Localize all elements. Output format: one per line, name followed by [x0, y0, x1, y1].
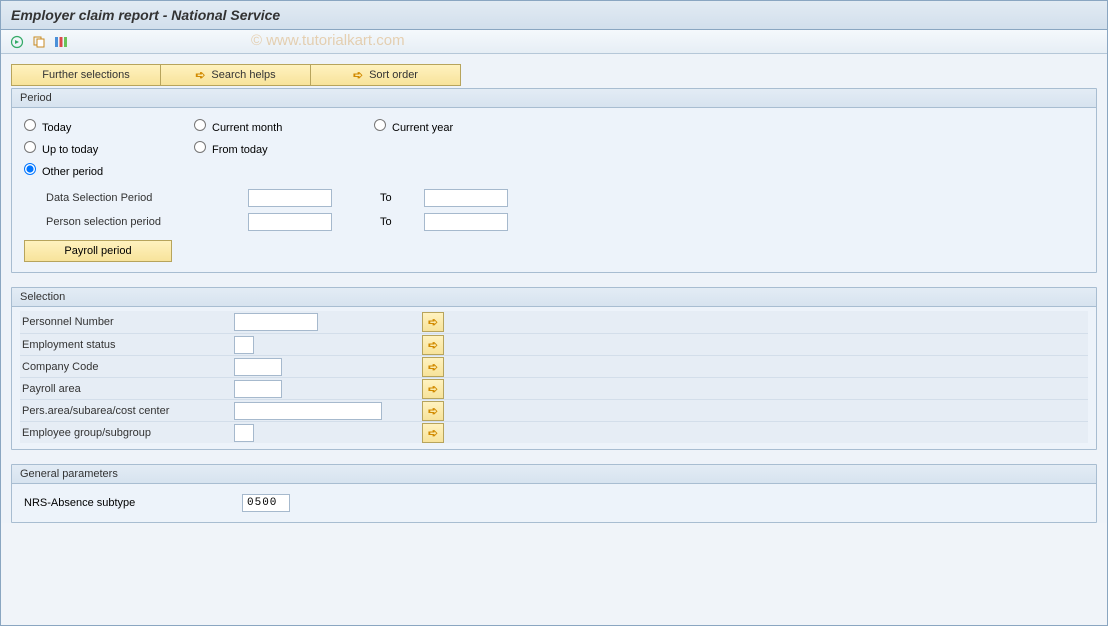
arrow-right-icon: ➪: [428, 315, 438, 329]
payroll-area-input[interactable]: [234, 380, 282, 398]
nrs-absence-label: NRS-Absence subtype: [24, 497, 242, 509]
arrow-right-icon: ➪: [428, 338, 438, 352]
data-selection-from-input[interactable]: [248, 189, 332, 207]
general-group: General parameters NRS-Absence subtype: [11, 464, 1097, 523]
radio-today[interactable]: [24, 119, 36, 131]
sort-order-label: Sort order: [369, 69, 418, 81]
radio-current-month-label: Current month: [212, 122, 282, 134]
pers-area-multi-button[interactable]: ➪: [422, 401, 444, 421]
radio-today-label: Today: [42, 122, 71, 134]
radio-up-to-today[interactable]: [24, 141, 36, 153]
sort-order-button[interactable]: ➪ Sort order: [311, 64, 461, 86]
to-label-1: To: [380, 192, 424, 204]
company-code-label: Company Code: [20, 361, 234, 373]
personnel-number-multi-button[interactable]: ➪: [422, 312, 444, 332]
arrow-right-icon: ➪: [353, 68, 363, 82]
personnel-number-label: Personnel Number: [20, 316, 234, 328]
company-code-multi-button[interactable]: ➪: [422, 357, 444, 377]
pers-area-label: Pers.area/subarea/cost center: [20, 405, 234, 417]
payroll-area-label: Payroll area: [20, 383, 234, 395]
variant-icon[interactable]: [31, 34, 47, 50]
company-code-input[interactable]: [234, 358, 282, 376]
general-group-title: General parameters: [12, 465, 1096, 484]
radio-current-month[interactable]: [194, 119, 206, 131]
nrs-absence-input[interactable]: [242, 494, 290, 512]
selection-group: Selection Personnel Number ➪ Employment …: [11, 287, 1097, 450]
employee-group-multi-button[interactable]: ➪: [422, 423, 444, 443]
period-radio-grid: Today Current month Current year Up to t…: [24, 116, 1086, 180]
radio-current-year-label: Current year: [392, 122, 453, 134]
page-title: Employer claim report - National Service: [1, 1, 1107, 30]
to-label-2: To: [380, 216, 424, 228]
payroll-period-label: Payroll period: [64, 245, 131, 257]
further-selections-button[interactable]: Further selections: [11, 64, 161, 86]
person-selection-to-input[interactable]: [424, 213, 508, 231]
pers-area-input[interactable]: [234, 402, 382, 420]
radio-from-today-label: From today: [212, 144, 268, 156]
employment-status-input[interactable]: [234, 336, 254, 354]
employee-group-label: Employee group/subgroup: [20, 427, 234, 439]
person-selection-label: Person selection period: [46, 216, 248, 228]
arrow-right-icon: ➪: [428, 426, 438, 440]
arrow-right-icon: ➪: [428, 404, 438, 418]
search-helps-label: Search helps: [211, 69, 275, 81]
data-selection-label: Data Selection Period: [46, 192, 248, 204]
radio-current-year[interactable]: [374, 119, 386, 131]
selection-group-title: Selection: [12, 288, 1096, 307]
execute-icon[interactable]: [9, 34, 25, 50]
further-selections-label: Further selections: [42, 69, 129, 81]
app-window: Employer claim report - National Service…: [0, 0, 1108, 626]
radio-up-to-today-label: Up to today: [42, 144, 98, 156]
radio-other-period[interactable]: [24, 163, 36, 175]
personnel-number-input[interactable]: [234, 313, 318, 331]
arrow-right-icon: ➪: [195, 68, 205, 82]
arrow-right-icon: ➪: [428, 382, 438, 396]
color-bars-icon[interactable]: [53, 34, 69, 50]
watermark: © www.tutorialkart.com: [251, 32, 405, 49]
top-button-bar: Further selections ➪ Search helps ➪ Sort…: [11, 64, 1097, 86]
radio-from-today[interactable]: [194, 141, 206, 153]
payroll-area-multi-button[interactable]: ➪: [422, 379, 444, 399]
toolbar: © www.tutorialkart.com: [1, 30, 1107, 54]
arrow-right-icon: ➪: [428, 360, 438, 374]
data-selection-to-input[interactable]: [424, 189, 508, 207]
period-group: Period Today Current month Current year …: [11, 88, 1097, 273]
radio-other-period-label: Other period: [42, 166, 103, 178]
content-area: Further selections ➪ Search helps ➪ Sort…: [1, 54, 1107, 523]
employment-status-multi-button[interactable]: ➪: [422, 335, 444, 355]
employment-status-label: Employment status: [20, 339, 234, 351]
employee-group-input[interactable]: [234, 424, 254, 442]
search-helps-button[interactable]: ➪ Search helps: [161, 64, 311, 86]
period-group-title: Period: [12, 89, 1096, 108]
person-selection-from-input[interactable]: [248, 213, 332, 231]
payroll-period-button[interactable]: Payroll period: [24, 240, 172, 262]
